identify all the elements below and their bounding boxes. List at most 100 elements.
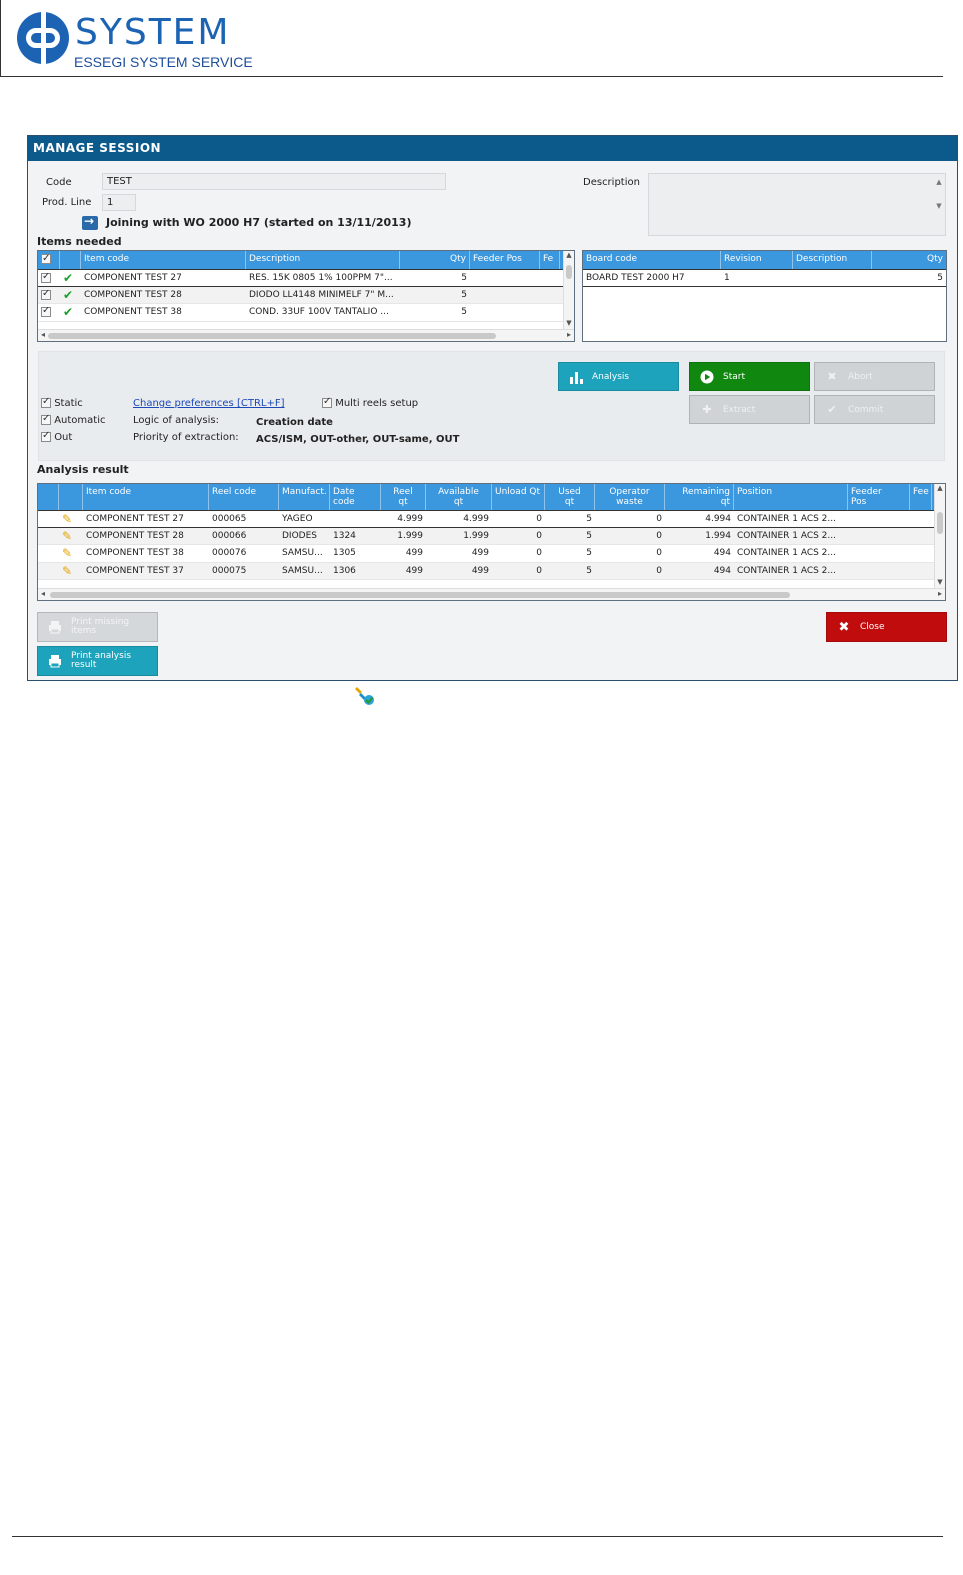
logo-mark-icon	[17, 12, 69, 64]
table-row[interactable]: ✎ COMPONENT TEST 27 000065 YAGEO 4.999 4…	[38, 510, 945, 528]
manufact-cell: SAMSU...	[282, 565, 323, 576]
items-grid-vscrollbar[interactable]: ▲ ▼	[563, 251, 574, 329]
table-row[interactable]: ✔ COMPONENT TEST 27 RES. 15K 0805 1% 100…	[38, 269, 574, 287]
items-grid-hscrollbar[interactable]: ◂ ▸	[38, 329, 574, 341]
col-item-code[interactable]: Item code	[81, 251, 246, 269]
board-code-cell: BOARD TEST 2000 H7	[586, 272, 685, 283]
col-feeder-pos[interactable]: Feeder Pos	[848, 484, 910, 510]
multi-reels-option[interactable]: Multi reels setup	[322, 396, 418, 409]
prod-line-field[interactable]: 1	[102, 194, 136, 211]
change-preferences-link[interactable]: Change preferences [CTRL+F]	[133, 398, 285, 409]
col-board-code[interactable]: Board code	[583, 251, 721, 269]
analysis-grid-hscrollbar[interactable]: ◂ ▸	[38, 588, 945, 600]
commit-button[interactable]: ✔ Commit	[814, 395, 935, 424]
col-icon	[59, 484, 83, 510]
col-board-qty[interactable]: Qty	[872, 251, 946, 269]
analysis-button[interactable]: Analysis	[558, 362, 679, 391]
analysis-result-heading: Analysis result	[37, 463, 129, 476]
col-unload-qt[interactable]: Unload Qt	[492, 484, 545, 510]
col-qty[interactable]: Qty	[400, 251, 470, 269]
row-checkbox[interactable]	[41, 307, 51, 317]
abort-x-icon: ✖	[827, 370, 837, 383]
description-label: Description	[583, 177, 640, 188]
available-qt-cell: 1.999	[463, 530, 489, 541]
extract-button[interactable]: ✚ Extract	[689, 395, 810, 424]
bar-chart-icon	[569, 370, 583, 384]
select-all-column[interactable]	[38, 251, 60, 269]
static-option[interactable]: Static	[41, 396, 83, 409]
start-button[interactable]: Start	[689, 362, 810, 391]
extract-arrow-icon: ✚	[702, 403, 712, 416]
play-icon	[700, 370, 714, 384]
col-remaining-qt[interactable]: Remaining qt	[665, 484, 734, 510]
code-field[interactable]: TEST	[102, 173, 446, 190]
table-row[interactable]: ✎ COMPONENT TEST 37 000075 SAMSU... 1306…	[38, 562, 945, 580]
table-row[interactable]: ✔ COMPONENT TEST 38 COND. 33UF 100V TANT…	[38, 304, 574, 322]
col-status	[38, 484, 59, 510]
row-checkbox[interactable]	[41, 289, 51, 300]
col-used-qt[interactable]: Used qt	[545, 484, 595, 510]
col-manufact[interactable]: Manufact.	[279, 484, 330, 510]
commit-check-icon: ✔	[827, 403, 837, 416]
col-description[interactable]: Description	[246, 251, 400, 269]
table-row[interactable]: ✔ COMPONENT TEST 28 DIODO LL4148 MINIMEL…	[38, 286, 574, 304]
items-needed-grid: Item code Description Qty Feeder Pos Fe …	[37, 250, 575, 342]
analysis-grid-vscrollbar[interactable]: ▲ ▼	[934, 484, 945, 588]
qty-cell: 5	[461, 272, 467, 283]
col-operator-waste[interactable]: Operator waste	[595, 484, 665, 510]
description-scrollbar[interactable]: ▲ ▼	[935, 178, 943, 231]
board-grid-header: Board code Revision Description Qty	[583, 251, 946, 269]
automatic-option[interactable]: Automatic	[41, 413, 105, 426]
col-reel-code[interactable]: Reel code	[209, 484, 279, 510]
col-fe[interactable]: Fe	[540, 251, 560, 269]
reel-code-cell: 000076	[212, 548, 247, 559]
remaining-qt-cell: 1.994	[705, 530, 731, 541]
automatic-checkbox[interactable]	[41, 413, 51, 425]
unload-qt-cell: 0	[536, 530, 542, 541]
close-button[interactable]: ✖ Close	[826, 612, 947, 642]
row-checkbox[interactable]	[41, 272, 51, 283]
select-all-checkbox[interactable]	[41, 252, 51, 265]
remaining-qt-cell: 494	[713, 548, 731, 559]
out-checkbox[interactable]	[41, 430, 51, 442]
analysis-result-grid: Item code Reel code Manufact. Date code R…	[37, 483, 946, 601]
description-cell: DIODO LL4148 MINIMELF 7" M...	[249, 289, 394, 300]
item-code-cell: COMPONENT TEST 38	[84, 307, 182, 318]
print-missing-items-button[interactable]: Print missing items	[37, 612, 158, 642]
col-fee[interactable]: Fee	[910, 484, 932, 510]
logo-word: SYSTEM	[75, 12, 231, 53]
board-grid: Board code Revision Description Qty BOAR…	[582, 250, 947, 342]
table-row[interactable]: ✎ COMPONENT TEST 38 000076 SAMSU... 1305…	[38, 545, 945, 563]
revision-cell: 1	[724, 272, 730, 283]
col-available-qt[interactable]: Available qt	[426, 484, 492, 510]
multi-reels-checkbox[interactable]	[322, 396, 332, 408]
description-field[interactable]: ▲ ▼	[648, 173, 946, 236]
abort-button[interactable]: ✖ Abort	[814, 362, 935, 391]
tools-icon: ✎	[62, 546, 73, 561]
col-board-description[interactable]: Description	[793, 251, 872, 269]
item-code-cell: COMPONENT TEST 37	[86, 565, 184, 576]
col-position[interactable]: Position	[734, 484, 848, 510]
logo-subtitle: ESSEGI SYSTEM SERVICE	[74, 54, 253, 70]
col-item-code[interactable]: Item code	[83, 484, 209, 510]
out-option[interactable]: Out	[41, 430, 72, 443]
ok-check-icon: ✔	[63, 270, 74, 285]
status-column	[60, 251, 81, 269]
col-reel-qt[interactable]: Reel qt	[381, 484, 426, 510]
item-code-cell: COMPONENT TEST 27	[84, 272, 182, 283]
col-date-code[interactable]: Date code	[330, 484, 381, 510]
date-code-cell: 1305	[333, 548, 356, 559]
table-row[interactable]: BOARD TEST 2000 H7 1 5	[583, 269, 946, 287]
reel-code-cell: 000075	[212, 565, 247, 576]
table-row[interactable]: ✎ COMPONENT TEST 28 000066 DIODES 1324 1…	[38, 527, 945, 545]
col-revision[interactable]: Revision	[721, 251, 793, 269]
col-feeder-pos[interactable]: Feeder Pos	[470, 251, 540, 269]
operator-waste-cell: 0	[656, 565, 662, 576]
available-qt-cell: 499	[471, 565, 489, 576]
static-checkbox[interactable]	[41, 396, 51, 408]
ok-check-icon: ✔	[63, 305, 74, 320]
manufact-cell: YAGEO	[282, 513, 313, 524]
position-cell: CONTAINER 1 ACS 2...	[737, 548, 836, 559]
date-code-cell: 1306	[333, 565, 356, 576]
print-analysis-result-button[interactable]: Print analysis result	[37, 646, 158, 676]
